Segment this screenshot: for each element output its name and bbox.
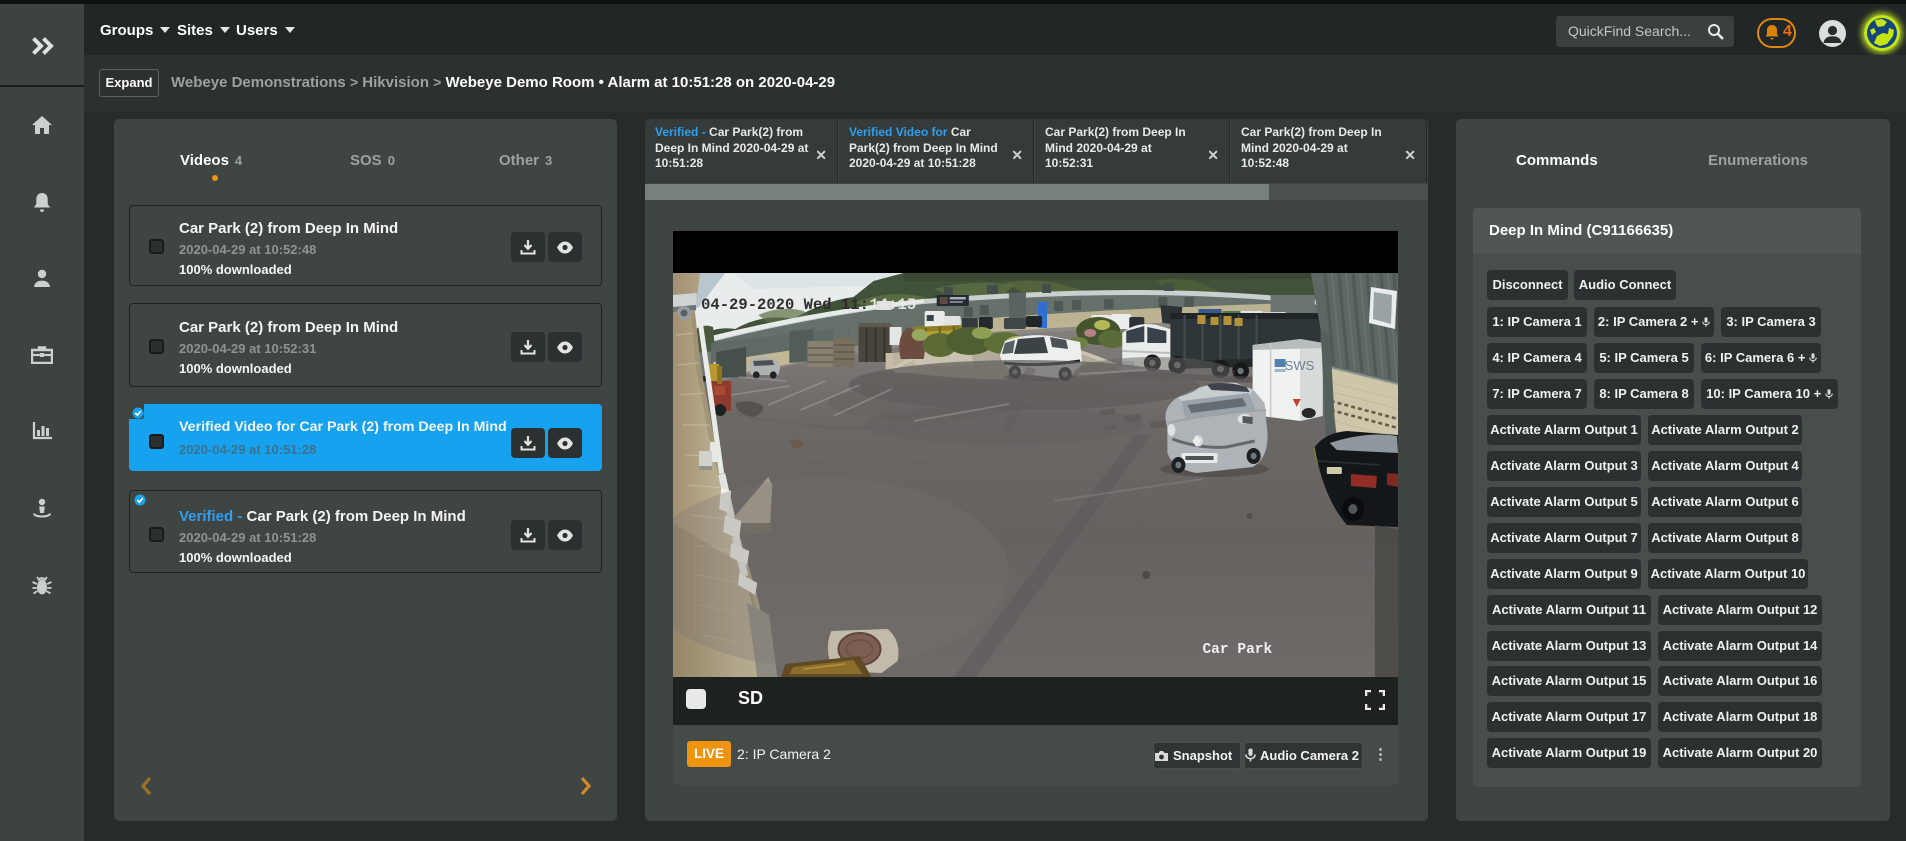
svg-text:Car Park: Car Park: [1202, 642, 1272, 658]
svg-text:04-29-2020 Wed 11:: 04-29-2020 Wed 11:: [701, 296, 869, 314]
svg-text:SWS: SWS: [1285, 358, 1315, 373]
svg-text:14:15: 14:15: [870, 296, 917, 314]
